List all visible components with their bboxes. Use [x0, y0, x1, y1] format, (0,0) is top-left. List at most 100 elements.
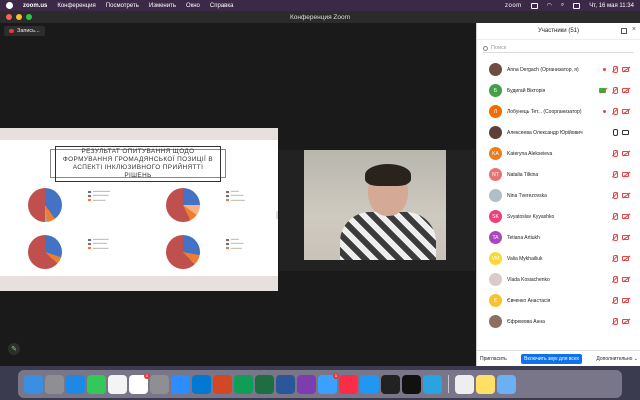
- participants-title: Участники (51): [537, 28, 579, 34]
- camera-icon[interactable]: [622, 130, 629, 135]
- window-title: Конференция Zoom: [289, 13, 351, 21]
- calendar-icon[interactable]: 1: [129, 372, 150, 394]
- popout-icon[interactable]: [621, 28, 627, 34]
- notes-icon[interactable]: [476, 374, 495, 394]
- word-icon[interactable]: [276, 374, 295, 394]
- mic-muted-icon[interactable]: [611, 255, 618, 262]
- menu-window[interactable]: Окно: [186, 3, 200, 9]
- powerpoint-icon[interactable]: [213, 374, 232, 394]
- mic-muted-icon[interactable]: [611, 276, 618, 283]
- search-icon[interactable]: ⌕: [561, 2, 564, 9]
- zoom-window: Конференция Zoom РЕЗУЛЬТАТ ОПИТУВАННЯ ЩО…: [0, 11, 640, 366]
- participant-row[interactable]: TA Tetiana Artiukh: [477, 227, 640, 248]
- camera-off-icon[interactable]: [622, 67, 629, 72]
- menu-app-name[interactable]: zoom.us: [23, 3, 47, 9]
- downloads-icon[interactable]: [497, 374, 516, 394]
- pie-legend-1: ━━━━━━━━━━━ ━━━━━━━━━━ ━━━━━━━━: [88, 190, 110, 203]
- excel-icon[interactable]: [255, 374, 274, 394]
- speaker-video[interactable]: [279, 150, 475, 271]
- mic-muted-icon[interactable]: [611, 66, 618, 73]
- facetime-icon[interactable]: [87, 374, 106, 394]
- camera-off-icon[interactable]: [622, 172, 629, 177]
- preview-icon[interactable]: [455, 374, 474, 394]
- mic-muted-icon[interactable]: [611, 108, 618, 115]
- photos-icon[interactable]: [108, 374, 127, 394]
- dock: 11: [18, 370, 622, 398]
- finder-icon[interactable]: [24, 374, 43, 394]
- participant-row[interactable]: Є Євченко Анастасія: [477, 290, 640, 311]
- camera-off-icon[interactable]: [622, 88, 629, 93]
- camera-off-icon[interactable]: [622, 235, 629, 240]
- participant-avatar: [489, 315, 502, 328]
- menu-view[interactable]: Посмотреть: [106, 3, 139, 9]
- mic-muted-icon[interactable]: [611, 171, 618, 178]
- search-field[interactable]: Поиск: [483, 44, 634, 53]
- participant-row[interactable]: KA Kateryna Alekseieva: [477, 143, 640, 164]
- participant-row[interactable]: Єфремова Анна: [477, 311, 640, 332]
- participant-row[interactable]: VM Valia Mykhailiuk: [477, 248, 640, 269]
- mic-icon[interactable]: [611, 129, 618, 136]
- edge-icon[interactable]: [234, 374, 253, 394]
- camera-off-icon[interactable]: [622, 193, 629, 198]
- mic-muted-icon[interactable]: [611, 297, 618, 304]
- participant-row[interactable]: NT Natalia Tilkina: [477, 164, 640, 185]
- unmute-all-button[interactable]: Включить звук для всех: [521, 353, 583, 364]
- viber-icon[interactable]: [297, 374, 316, 394]
- music-icon[interactable]: [339, 374, 358, 394]
- activity-icon[interactable]: [381, 374, 400, 394]
- mic-muted-icon[interactable]: [611, 234, 618, 241]
- cloud-record-icon: [9, 29, 14, 33]
- mic-muted-icon[interactable]: [611, 87, 618, 94]
- menu-edit[interactable]: Изменить: [149, 3, 176, 9]
- camera-off-icon[interactable]: [622, 319, 629, 324]
- more-label: Дополнительно: [596, 355, 633, 362]
- mic-muted-icon[interactable]: [611, 318, 618, 325]
- minimize-window-button[interactable]: [16, 14, 22, 20]
- menu-conference[interactable]: Конференция: [57, 3, 95, 9]
- invite-button[interactable]: Пригласить: [480, 356, 507, 362]
- zoom-status-icon[interactable]: zoom: [505, 3, 522, 9]
- mic-muted-icon[interactable]: [611, 192, 618, 199]
- camera-off-icon[interactable]: [622, 298, 629, 303]
- participant-row[interactable]: Anna Dergach (Организатор, я): [477, 59, 640, 80]
- outlook-icon[interactable]: [192, 374, 211, 394]
- participant-row[interactable]: Б Будигай Вікторія: [477, 80, 640, 101]
- more-options-button[interactable]: Дополнительно ⌄: [596, 356, 638, 362]
- camera-off-icon[interactable]: [622, 214, 629, 219]
- camera-off-icon[interactable]: [622, 109, 629, 114]
- launchpad-icon[interactable]: [45, 374, 64, 394]
- clock[interactable]: Чт, 16 мая 11:34: [589, 3, 634, 9]
- telegram-icon[interactable]: [423, 374, 442, 394]
- pencil-icon[interactable]: ✎: [8, 343, 20, 355]
- camera-off-icon[interactable]: [622, 277, 629, 282]
- participant-name: Лобунець Тет... (Соорганизатор): [507, 108, 582, 115]
- camera-off-icon[interactable]: [622, 256, 629, 261]
- close-window-button[interactable]: [6, 14, 12, 20]
- mic-muted-icon[interactable]: [611, 150, 618, 157]
- participant-row[interactable]: Л Лобунець Тет... (Соорганизатор): [477, 101, 640, 122]
- wifi-icon[interactable]: ◠: [547, 2, 552, 9]
- mic-muted-icon[interactable]: [611, 213, 618, 220]
- menu-help[interactable]: Справка: [210, 3, 234, 9]
- battery-icon[interactable]: [530, 2, 538, 9]
- recording-indicator[interactable]: Запись...: [4, 26, 45, 36]
- split-divider-handle[interactable]: [276, 211, 278, 219]
- dock-separator: [448, 375, 449, 393]
- participant-row[interactable]: Nina Tverezovska: [477, 185, 640, 206]
- maximize-window-button[interactable]: [26, 14, 32, 20]
- safari-icon[interactable]: [66, 374, 85, 394]
- control-center-icon[interactable]: [573, 2, 581, 9]
- participant-row[interactable]: SK Svyatoslav Kyyashko: [477, 206, 640, 227]
- appstore-icon[interactable]: [360, 374, 379, 394]
- zoom-icon[interactable]: [171, 374, 190, 394]
- pie-chart-3: [28, 235, 62, 269]
- apple-icon[interactable]: [6, 2, 13, 9]
- camera-off-icon[interactable]: [622, 151, 629, 156]
- menu-bar: zoom.us Конференция Посмотреть Изменить …: [0, 0, 640, 11]
- participant-row[interactable]: Алексеева Олександр Юрійович: [477, 122, 640, 143]
- participant-row[interactable]: Vlada Kosiachenko: [477, 269, 640, 290]
- mail-icon[interactable]: 1: [318, 372, 339, 394]
- close-icon[interactable]: ×: [632, 26, 636, 33]
- terminal-icon[interactable]: [402, 374, 421, 394]
- settings-icon[interactable]: [150, 374, 169, 394]
